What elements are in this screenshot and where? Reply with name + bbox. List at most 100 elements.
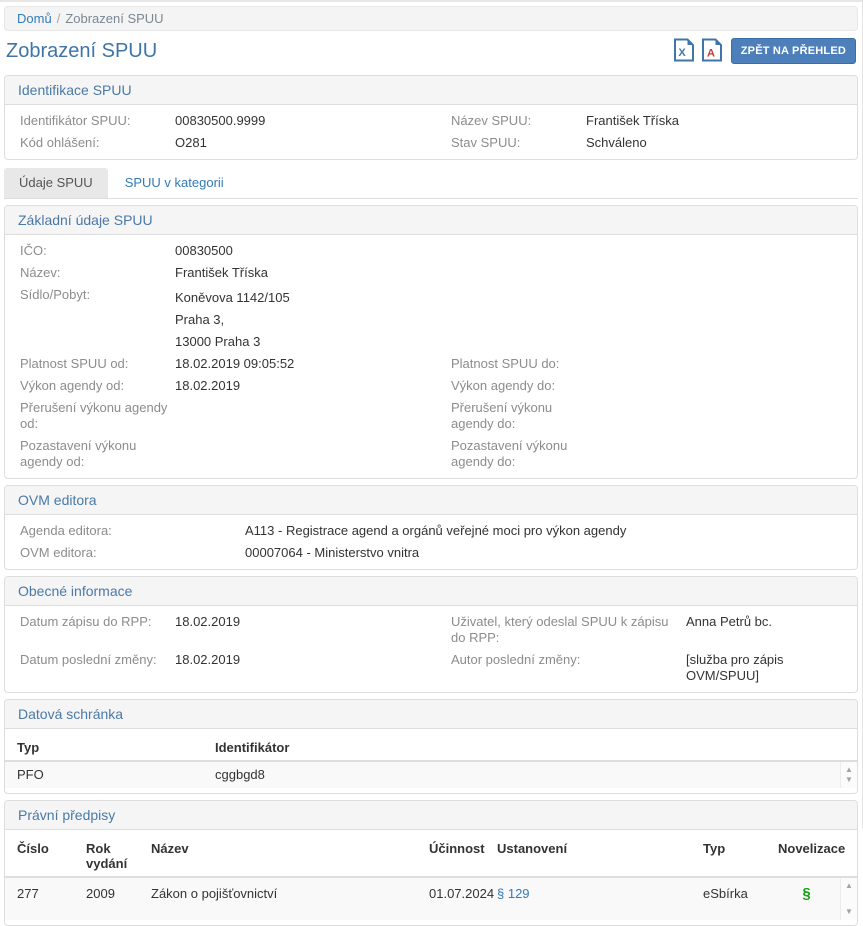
field-value: 18.02.2019 <box>175 378 240 394</box>
vertical-scrollbar[interactable]: ▲ ▼ <box>840 762 857 788</box>
cell-cislo: 277 <box>5 886 86 902</box>
field-row: Název:František Tříska <box>5 262 857 284</box>
field-row: Výkon agendy od:18.02.2019 Výkon agendy … <box>5 375 857 397</box>
section-body-ovm: Agenda editora:A113 - Registrace agend a… <box>5 515 857 569</box>
column-header-rok-vydani: Rok vydání <box>86 841 151 871</box>
field-label: Agenda editora: <box>20 523 245 539</box>
cell-nazev: Zákon o pojišťovnictví <box>151 886 429 902</box>
back-to-overview-button[interactable]: ZPĚT NA PŘEHLED <box>731 38 856 64</box>
column-header-ustanoveni: Ustanovení <box>497 841 703 871</box>
section-title-datova-schranka: Datová schránka <box>5 700 857 729</box>
field-value: 18.02.2019 <box>175 652 240 684</box>
field-value: 18.02.2019 <box>175 614 240 646</box>
page-title: Zobrazení SPUU <box>6 40 157 63</box>
vertical-scrollbar[interactable]: ▲ ▼ <box>840 878 857 920</box>
cell-identifikator: cggbgd8 <box>215 767 857 783</box>
field-value: A113 - Registrace agend a orgánů veřejné… <box>245 523 626 539</box>
svg-text:A: A <box>707 47 715 59</box>
section-obecne-informace: Obecné informace Datum zápisu do RPP:18.… <box>4 576 858 693</box>
field-value: 00830500.9999 <box>175 113 265 129</box>
field-label: Kód ohlášení: <box>20 135 175 151</box>
scroll-down-icon[interactable]: ▼ <box>841 907 857 917</box>
address-line: Praha 3, <box>175 309 290 331</box>
column-header-identifikator: Identifikátor <box>215 740 857 755</box>
field-label: Pozastavení výkonu agendy od: <box>20 438 175 470</box>
novelizace-paragraph-link[interactable]: § <box>802 885 810 902</box>
field-value: Anna Petrů bc. <box>686 614 772 646</box>
section-pravni-predpisy: Právní předpisy Číslo Rok vydání Název Ú… <box>4 800 858 926</box>
address-line: Koněvova 1142/105 <box>175 287 290 309</box>
field-value: 18.02.2019 09:05:52 <box>175 356 294 372</box>
column-header-nazev: Název <box>151 841 429 871</box>
column-header-ucinnost: Účinnost <box>429 841 497 871</box>
column-header-cislo: Číslo <box>5 841 86 871</box>
field-label: OVM editora: <box>20 545 245 561</box>
tab-spuu-v-kategorii[interactable]: SPUU v kategorii <box>110 168 239 198</box>
field-label: Sídlo/Pobyt: <box>20 287 175 353</box>
section-datova-schranka: Datová schránka Typ Identifikátor PFO cg… <box>4 699 858 794</box>
field-row: Přerušení výkonu agendy od: Přerušení vý… <box>5 397 857 435</box>
section-title-identifikace: Identifikace SPUU <box>5 76 857 105</box>
column-header-novelizace: Novelizace <box>778 841 863 871</box>
page-container: Domů/Zobrazení SPUU Zobrazení SPUU X <box>0 2 862 926</box>
field-row: Agenda editora:A113 - Registrace agend a… <box>5 520 857 542</box>
section-body-datova-schranka: Typ Identifikátor PFO cggbgd8 ▲ ▼ <box>5 729 857 793</box>
cell-typ: PFO <box>5 767 215 783</box>
section-title-zakladni: Základní údaje SPUU <box>5 206 857 235</box>
table-header-row: Číslo Rok vydání Název Účinnost Ustanove… <box>5 835 857 878</box>
cell-typ: eSbírka <box>703 886 778 902</box>
column-header-typ: Typ <box>5 740 215 755</box>
table-header-row: Typ Identifikátor <box>5 734 857 762</box>
tab-udaje-spuu[interactable]: Údaje SPUU <box>4 168 108 198</box>
section-title-pravni-predpisy: Právní předpisy <box>5 801 857 830</box>
column-header-typ: Typ <box>703 841 778 871</box>
field-row: IČO:00830500 <box>5 240 857 262</box>
breadcrumb-link-home[interactable]: Domů <box>17 11 52 26</box>
field-label: Identifikátor SPUU: <box>20 113 175 129</box>
field-row: Platnost SPUU od:18.02.2019 09:05:52 Pla… <box>5 353 857 375</box>
section-ovm-editora: OVM editora Agenda editora:A113 - Regist… <box>4 485 858 570</box>
ustanoveni-link[interactable]: § 129 <box>497 886 530 901</box>
scroll-down-icon[interactable]: ▼ <box>841 775 857 785</box>
header-actions: X A ZPĚT NA PŘEHLED <box>672 38 856 64</box>
table-body: PFO cggbgd8 ▲ ▼ <box>5 762 857 788</box>
table-body: 277 2009 Zákon o pojišťovnictví 01.07.20… <box>5 878 857 920</box>
field-label: Uživatel, který odeslal SPUU k zápisu do… <box>451 614 686 646</box>
field-label: Přerušení výkonu agendy do: <box>451 400 586 432</box>
table-row: PFO cggbgd8 <box>5 762 857 788</box>
excel-export-button[interactable]: X <box>672 39 696 63</box>
section-title-obecne: Obecné informace <box>5 577 857 606</box>
field-label: Datum zápisu do RPP: <box>20 614 175 646</box>
scroll-up-icon[interactable]: ▲ <box>841 881 857 891</box>
address-line: 13000 Praha 3 <box>175 331 290 353</box>
section-zakladni-udaje: Základní údaje SPUU IČO:00830500 Název:F… <box>4 205 858 479</box>
pdf-export-button[interactable]: A <box>700 39 724 63</box>
cell-ucinnost: 01.07.2024 <box>429 886 497 902</box>
cell-rok-vydani: 2009 <box>86 886 151 902</box>
field-row-address: Sídlo/Pobyt: Koněvova 1142/105 Praha 3, … <box>5 284 857 353</box>
field-label: Platnost SPUU od: <box>20 356 175 372</box>
field-row: Identifikátor SPUU:00830500.9999 Název S… <box>5 110 857 132</box>
breadcrumb: Domů/Zobrazení SPUU <box>4 6 858 31</box>
section-body-identifikace: Identifikátor SPUU:00830500.9999 Název S… <box>5 105 857 159</box>
field-row: OVM editora:00007064 - Ministerstvo vnit… <box>5 542 857 564</box>
address-value: Koněvova 1142/105 Praha 3, 13000 Praha 3 <box>175 287 290 353</box>
field-label: Pozastavení výkonu agendy do: <box>451 438 586 470</box>
section-title-ovm: OVM editora <box>5 486 857 515</box>
field-value: František Tříska <box>586 113 679 129</box>
table-row: 277 2009 Zákon o pojišťovnictví 01.07.20… <box>5 878 857 920</box>
field-row: Datum zápisu do RPP:18.02.2019 Uživatel,… <box>5 611 857 649</box>
breadcrumb-separator: / <box>52 11 66 26</box>
field-label: Datum poslední změny: <box>20 652 175 684</box>
field-label: IČO: <box>20 243 175 259</box>
field-value: Schváleno <box>586 135 647 151</box>
section-body-pravni-predpisy: Číslo Rok vydání Název Účinnost Ustanove… <box>5 830 857 925</box>
title-row: Zobrazení SPUU X A <box>6 37 856 65</box>
section-body-obecne: Datum zápisu do RPP:18.02.2019 Uživatel,… <box>5 606 857 692</box>
section-identifikace-spuu: Identifikace SPUU Identifikátor SPUU:008… <box>4 75 858 160</box>
field-label: Výkon agendy od: <box>20 378 175 394</box>
scroll-up-icon[interactable]: ▲ <box>841 765 857 775</box>
field-row: Datum poslední změny:18.02.2019 Autor po… <box>5 649 857 687</box>
field-row: Pozastavení výkonu agendy od: Pozastaven… <box>5 435 857 473</box>
breadcrumb-current: Zobrazení SPUU <box>65 11 163 26</box>
